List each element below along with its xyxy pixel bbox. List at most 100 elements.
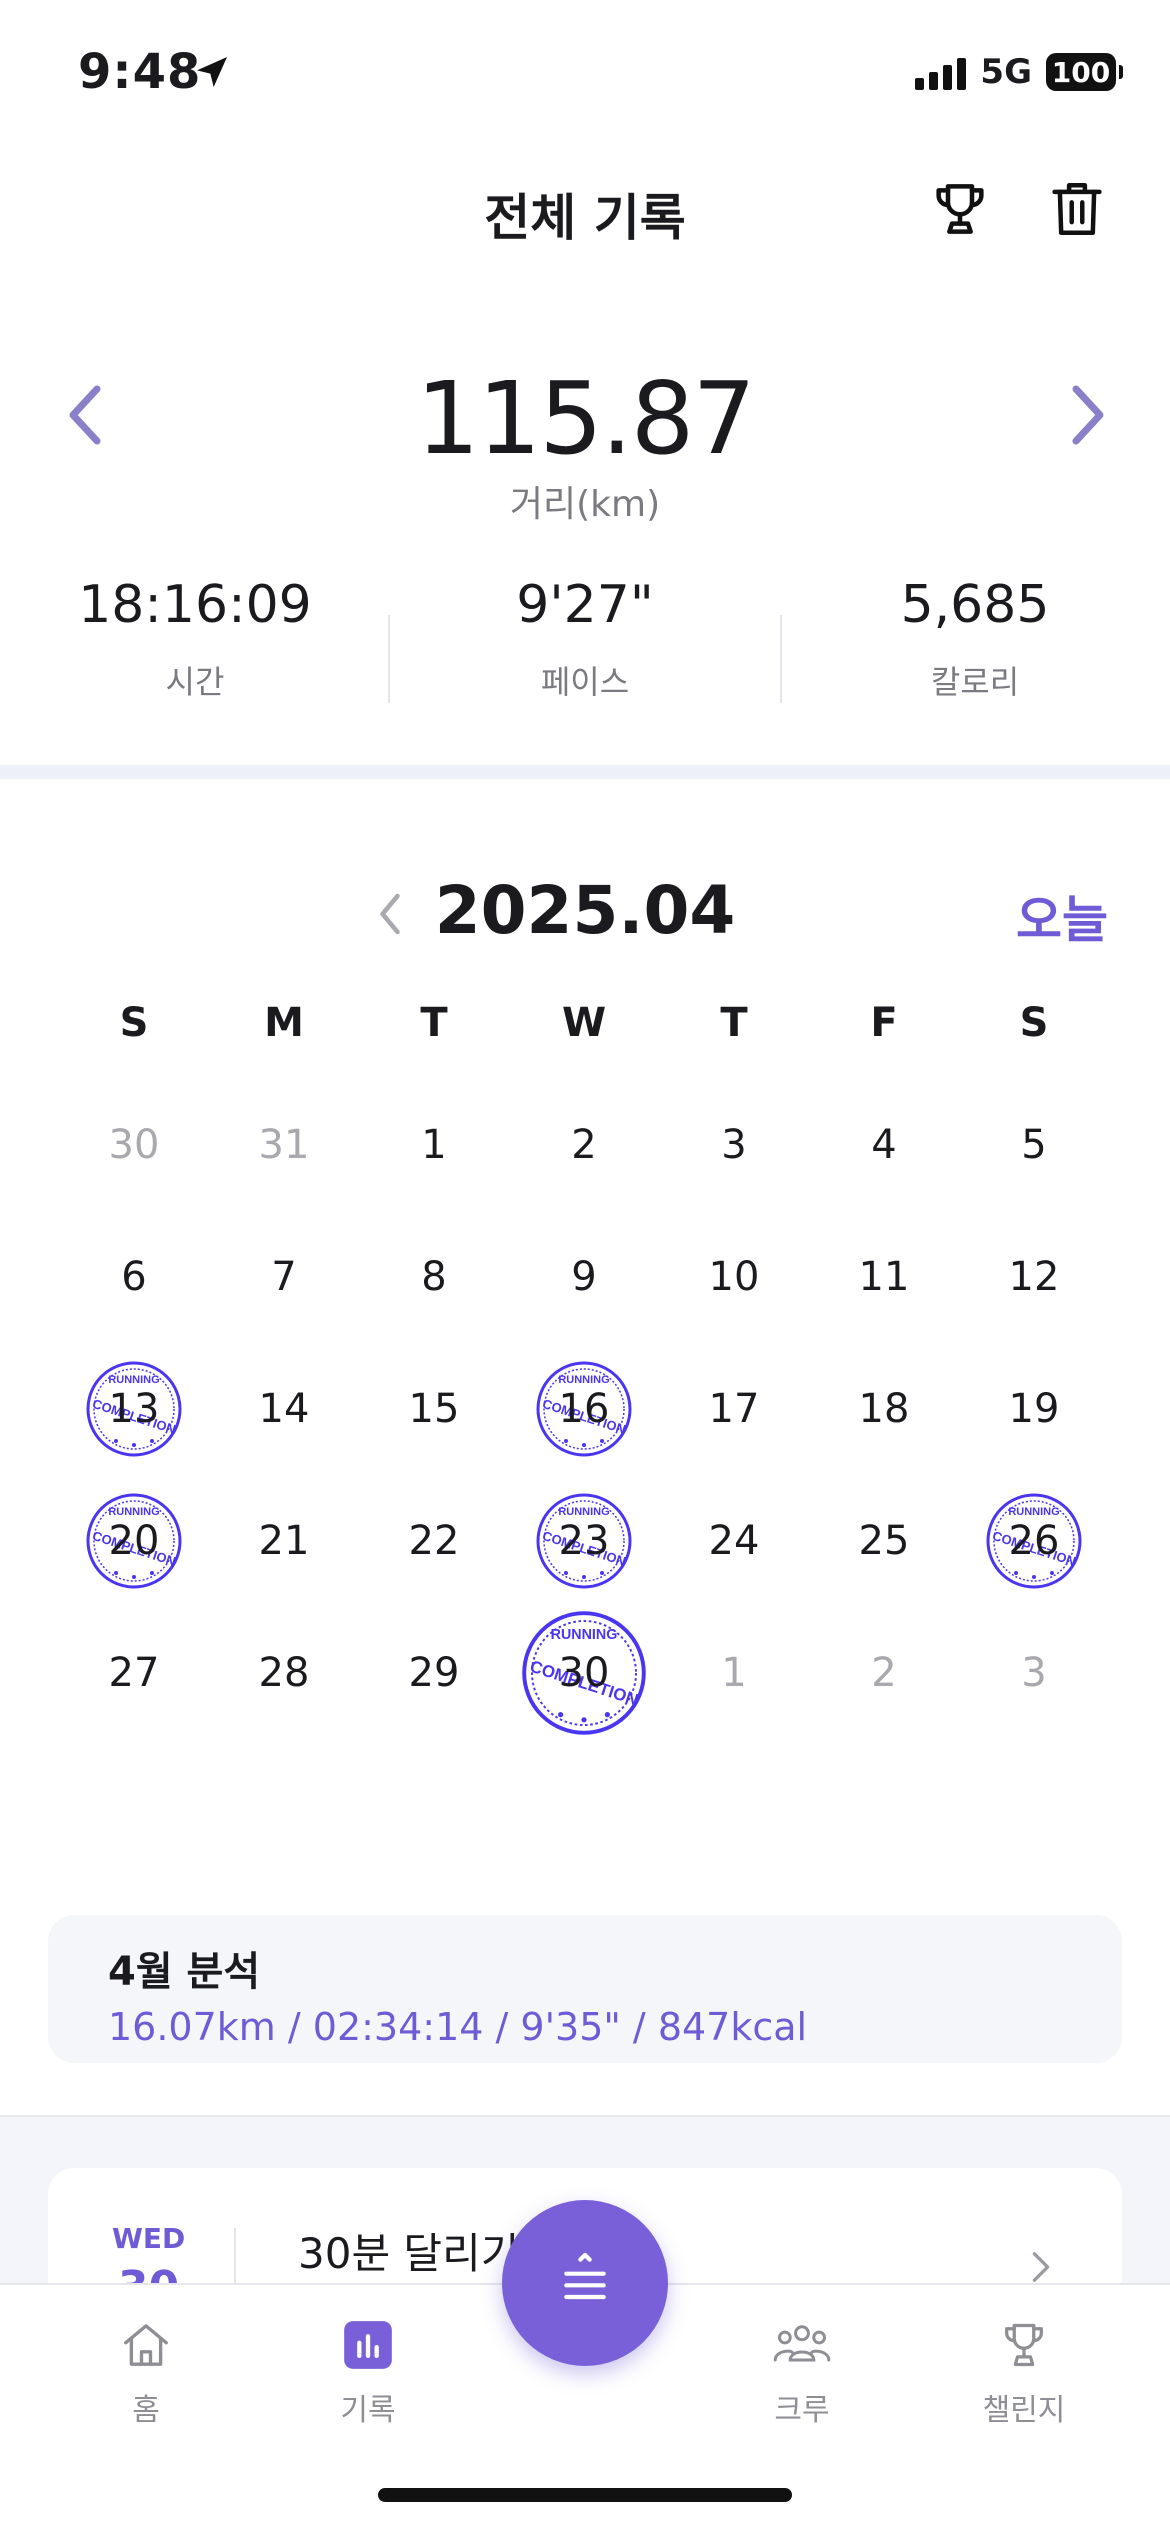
stamp-text-top: RUNNING [1008, 1506, 1059, 1518]
calendar-day[interactable]: 12 [974, 1217, 1094, 1337]
calendar-day[interactable]: 2 [524, 1085, 644, 1205]
calendar-day[interactable]: 10 [674, 1217, 794, 1337]
calendar-day[interactable]: 1 [674, 1613, 794, 1733]
stamp-text-top: RUNNING [558, 1374, 609, 1386]
stat-value: 18:16:09 [78, 575, 312, 635]
calendar-grid: 30 31 1 2 3 4 5 6 7 8 9 10 11 12 RUNNING COMPLETION 13 14… [0, 1085, 1170, 1745]
analysis-stats: 16.07km / 02:34:14 / 9'35" / 847kcal [108, 2005, 808, 2049]
calendar-day[interactable]: RUNNING COMPLETION 23 [524, 1481, 644, 1601]
signal-icon [915, 54, 967, 90]
trash-icon[interactable] [1042, 174, 1112, 244]
calendar-day[interactable]: 29 [374, 1613, 494, 1733]
calendar-day[interactable]: RUNNING COMPLETION 26 [974, 1481, 1094, 1601]
challenge-trophy-icon [994, 2315, 1054, 2375]
day-number: 2 [871, 1650, 897, 1696]
calendar-day[interactable]: 6 [74, 1217, 194, 1337]
day-number: 7 [271, 1254, 297, 1300]
calendar-day[interactable]: 28 [224, 1613, 344, 1733]
calendar-day[interactable]: 31 [224, 1085, 344, 1205]
location-arrow-icon [192, 52, 232, 96]
calendar-day[interactable]: 30 [74, 1085, 194, 1205]
calendar-day[interactable]: 24 [674, 1481, 794, 1601]
chevron-right-icon [1072, 385, 1104, 445]
battery-icon: 100 [1046, 53, 1123, 91]
calendar-day[interactable]: 18 [824, 1349, 944, 1469]
day-number: 30 [558, 1650, 610, 1696]
weekday-label: M [264, 1000, 304, 1046]
total-distance: 115.87 [416, 360, 756, 477]
day-number: 31 [258, 1122, 310, 1168]
day-number: 23 [558, 1518, 610, 1564]
stamp-text-top: RUNNING [108, 1374, 159, 1386]
calendar-day[interactable]: RUNNING COMPLETION 30 [522, 1611, 646, 1735]
calendar-day[interactable]: 3 [674, 1085, 794, 1205]
day-number: 14 [258, 1386, 310, 1432]
day-number: 10 [708, 1254, 760, 1300]
tab-home[interactable]: 홈 [66, 2315, 226, 2429]
weekday-row: SMTWTFS [0, 1000, 1170, 1060]
calendar-day[interactable]: 3 [974, 1613, 1094, 1733]
tab-label: 크루 [774, 2393, 830, 2428]
calendar-day[interactable]: 27 [74, 1613, 194, 1733]
calendar-day[interactable]: 5 [974, 1085, 1094, 1205]
day-number: 26 [1008, 1518, 1060, 1564]
stat-time: 18:16:09 시간 [0, 575, 390, 703]
summary-stats: 18:16:09 시간 9'27" 페이스 5,685 칼로리 [0, 575, 1170, 725]
calendar-day[interactable]: 25 [824, 1481, 944, 1601]
menu-icon [564, 2252, 606, 2300]
day-number: 30 [108, 1122, 160, 1168]
day-number: 18 [858, 1386, 910, 1432]
header: 전체 기록 [0, 160, 1170, 250]
day-number: 13 [108, 1386, 160, 1432]
weekday-label: T [420, 1000, 448, 1046]
calendar-day[interactable]: 22 [374, 1481, 494, 1601]
menu-fab-button[interactable] [502, 2200, 668, 2366]
tab-label: 기록 [340, 2393, 396, 2428]
day-number: 24 [708, 1518, 760, 1564]
status-bar: 9:48 5G 100 [0, 0, 1170, 150]
calendar-day[interactable]: 8 [374, 1217, 494, 1337]
month-label: 2025.04 [434, 872, 736, 949]
day-number: 8 [421, 1254, 447, 1300]
trophy-icon[interactable] [925, 174, 995, 244]
calendar-day[interactable]: 1 [374, 1085, 494, 1205]
tab-records[interactable]: 기록 [288, 2315, 448, 2429]
today-button[interactable]: 오늘 [1016, 880, 1108, 952]
section-divider [0, 765, 1170, 779]
calendar-day[interactable]: 19 [974, 1349, 1094, 1469]
status-time: 9:48 [78, 44, 202, 100]
weekday-label: F [870, 1000, 898, 1046]
tab-challenge[interactable]: 챌린지 [944, 2315, 1104, 2429]
crew-icon [772, 2315, 832, 2375]
analysis-title: 4월 분석 [108, 1949, 261, 1995]
calendar-day[interactable]: RUNNING COMPLETION 20 [74, 1481, 194, 1601]
day-number: 2 [571, 1122, 597, 1168]
calendar-day[interactable]: 4 [824, 1085, 944, 1205]
calendar-day[interactable]: RUNNING COMPLETION 13 [74, 1349, 194, 1469]
monthly-analysis-card[interactable]: 4월 분석 16.07km / 02:34:14 / 9'35" / 847kc… [48, 1915, 1122, 2063]
stat-value: 9'27" [516, 575, 654, 635]
day-number: 20 [108, 1518, 160, 1564]
calendar-day[interactable]: 15 [374, 1349, 494, 1469]
day-number: 27 [108, 1650, 160, 1696]
calendar-day[interactable]: 11 [824, 1217, 944, 1337]
next-period-button[interactable] [1058, 370, 1118, 460]
stamp-text-top: RUNNING [108, 1506, 159, 1518]
record-weekday: WED [112, 2222, 186, 2255]
tab-crew[interactable]: 크루 [722, 2315, 882, 2429]
day-number: 29 [408, 1650, 460, 1696]
calendar-day[interactable]: RUNNING COMPLETION 16 [524, 1349, 644, 1469]
calendar-day[interactable]: 9 [524, 1217, 644, 1337]
calendar-day[interactable]: 7 [224, 1217, 344, 1337]
stat-calories: 5,685 칼로리 [780, 575, 1170, 703]
tab-label: 홈 [132, 2393, 160, 2428]
calendar-day[interactable]: 2 [824, 1613, 944, 1733]
day-number: 4 [871, 1122, 897, 1168]
calendar-day[interactable]: 17 [674, 1349, 794, 1469]
calendar-day[interactable]: 14 [224, 1349, 344, 1469]
day-number: 5 [1021, 1122, 1047, 1168]
weekday-label: W [561, 1000, 607, 1046]
calendar-day[interactable]: 21 [224, 1481, 344, 1601]
day-number: 6 [121, 1254, 147, 1300]
network-type: 5G [980, 52, 1032, 92]
